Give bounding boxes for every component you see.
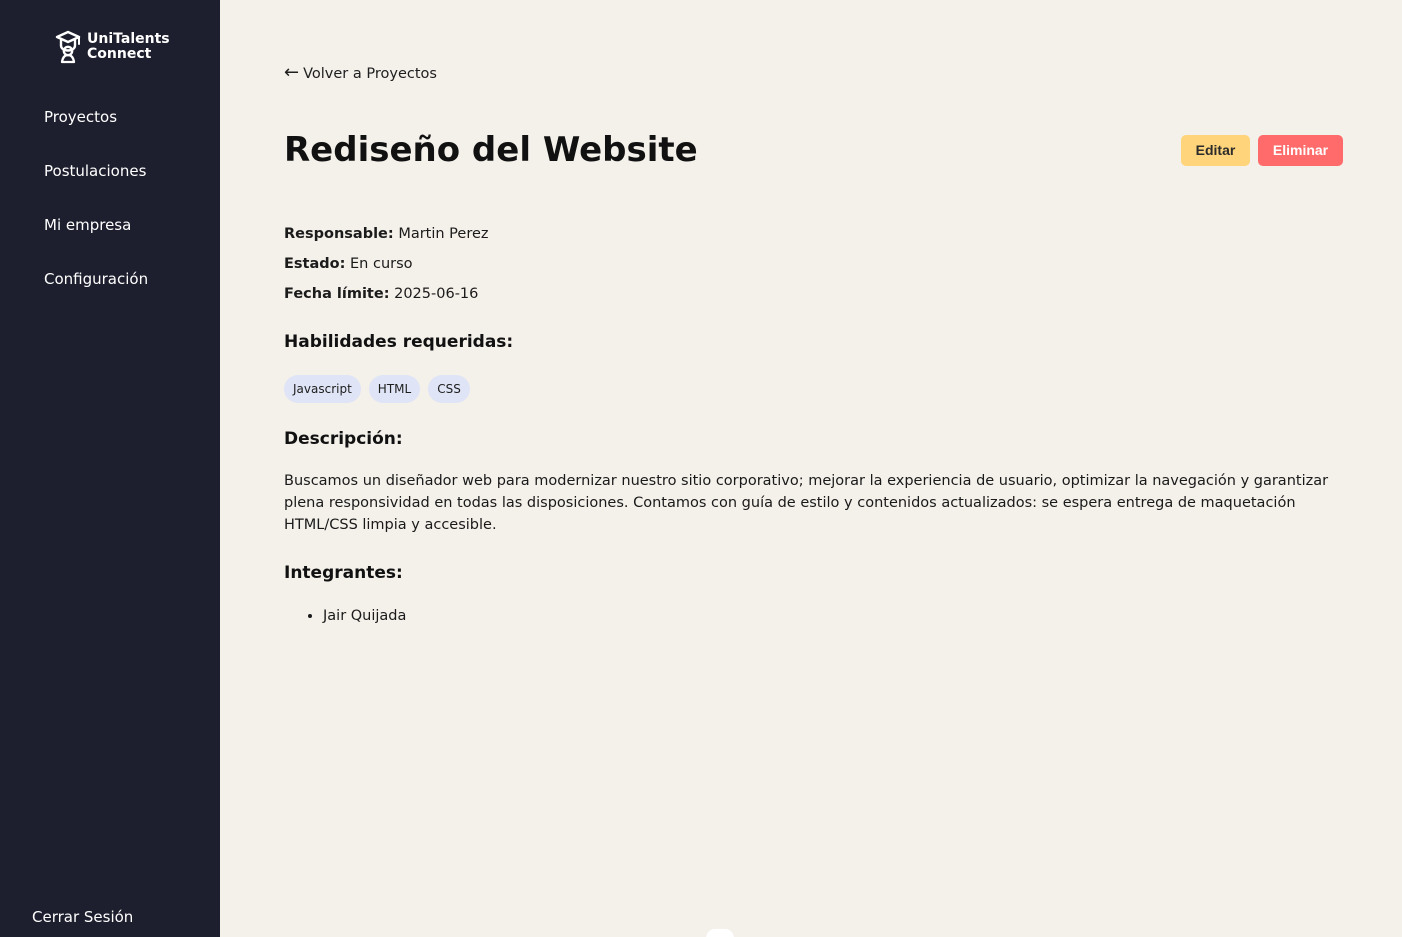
graduation-cap-icon [55,30,81,64]
sidebar-item-proyectos[interactable]: Proyectos [44,105,117,129]
sidebar-item-postulaciones[interactable]: Postulaciones [44,159,146,183]
skills-list: Javascript HTML CSS [284,375,470,403]
delete-button[interactable]: Eliminar [1258,135,1343,166]
member-list-item: Jair Quijada [323,605,406,627]
logout-button[interactable]: Cerrar Sesión [32,905,133,929]
fecha-limite-value: 2025-06-16 [394,286,479,302]
responsable-label: Responsable: [284,226,394,242]
skills-heading: Habilidades requeridas: [284,332,514,352]
fecha-limite-label: Fecha límite: [284,286,390,302]
brand-name-line-2: Connect [87,46,152,62]
project-detail-page: ← Volver a Proyectos Rediseño del Websit… [220,0,1402,937]
sidebar-item-mi-empresa[interactable]: Mi empresa [44,213,131,237]
estado-row: Estado: En curso [284,253,413,275]
floating-handle[interactable] [706,929,734,937]
skill-badge: CSS [428,375,470,403]
members-heading: Integrantes: [284,563,403,583]
description-heading: Descripción: [284,429,403,449]
brand-name-line-1: UniTalents [87,31,170,47]
sidebar: UniTalents Connect Proyectos Postulacion… [0,0,220,937]
fecha-limite-row: Fecha límite: 2025-06-16 [284,283,478,305]
left-arrow-icon: ← [284,62,300,83]
skill-badge: HTML [368,375,421,403]
members-list: Jair Quijada [304,605,406,627]
responsable-value: Martin Perez [398,226,489,242]
estado-label: Estado: [284,256,346,272]
project-description: Buscamos un diseñador web para moderniza… [284,473,1329,533]
estado-value: En curso [350,256,413,272]
edit-button[interactable]: Editar [1181,135,1250,166]
sidebar-item-configuracion[interactable]: Configuración [44,267,148,291]
back-to-projects-link[interactable]: ← Volver a Proyectos [284,62,437,86]
page-title: Rediseño del Website [284,130,698,170]
brand-logo[interactable]: UniTalents Connect [54,30,174,64]
back-link-label: Volver a Proyectos [303,66,437,82]
skill-badge: Javascript [284,375,361,403]
responsable-row: Responsable: Martin Perez [284,223,489,245]
brand-name: UniTalents Connect [87,32,170,62]
